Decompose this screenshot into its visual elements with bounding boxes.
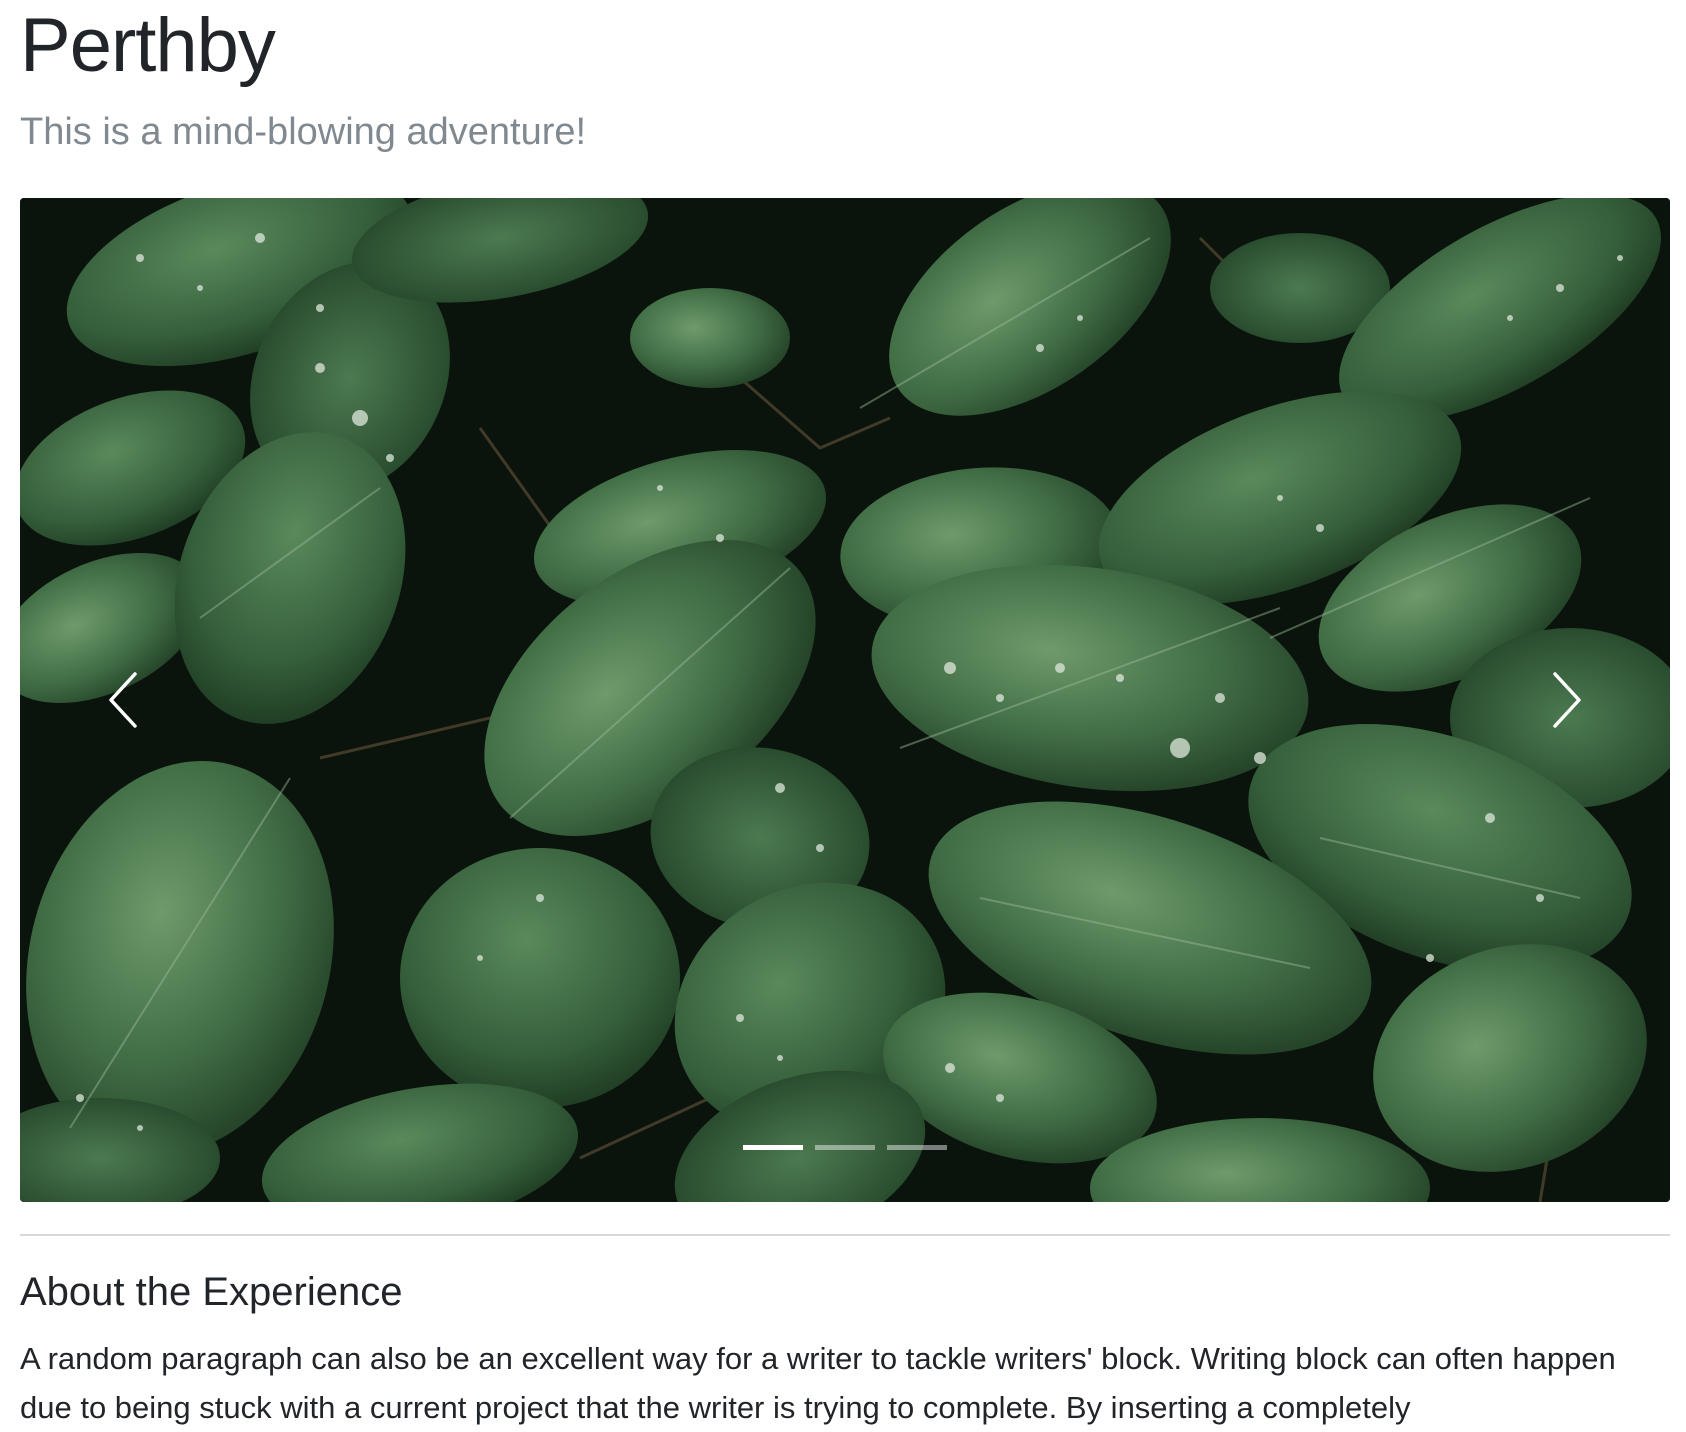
image-carousel[interactable]: [20, 198, 1670, 1202]
page-subtitle: This is a mind-blowing adventure!: [20, 111, 587, 153]
carousel-indicator-2[interactable]: [815, 1145, 875, 1150]
chevron-left-icon: [109, 672, 137, 728]
carousel-indicator-3[interactable]: [887, 1145, 947, 1150]
section-divider: [20, 1234, 1670, 1236]
about-heading: About the Experience: [20, 1270, 403, 1314]
carousel-slide-image: [20, 198, 1670, 1202]
about-paragraph: A random paragraph can also be an excell…: [20, 1341, 1616, 1425]
carousel-indicators: [20, 1145, 1670, 1150]
carousel-next-button[interactable]: [1460, 198, 1670, 1202]
carousel-prev-button[interactable]: [20, 198, 230, 1202]
page-container: Perthby This is a mind-blowing adventure…: [20, 0, 1670, 1425]
carousel-indicator-1[interactable]: [743, 1145, 803, 1150]
page-title: Perthby: [20, 3, 276, 88]
chevron-right-icon: [1553, 672, 1581, 728]
